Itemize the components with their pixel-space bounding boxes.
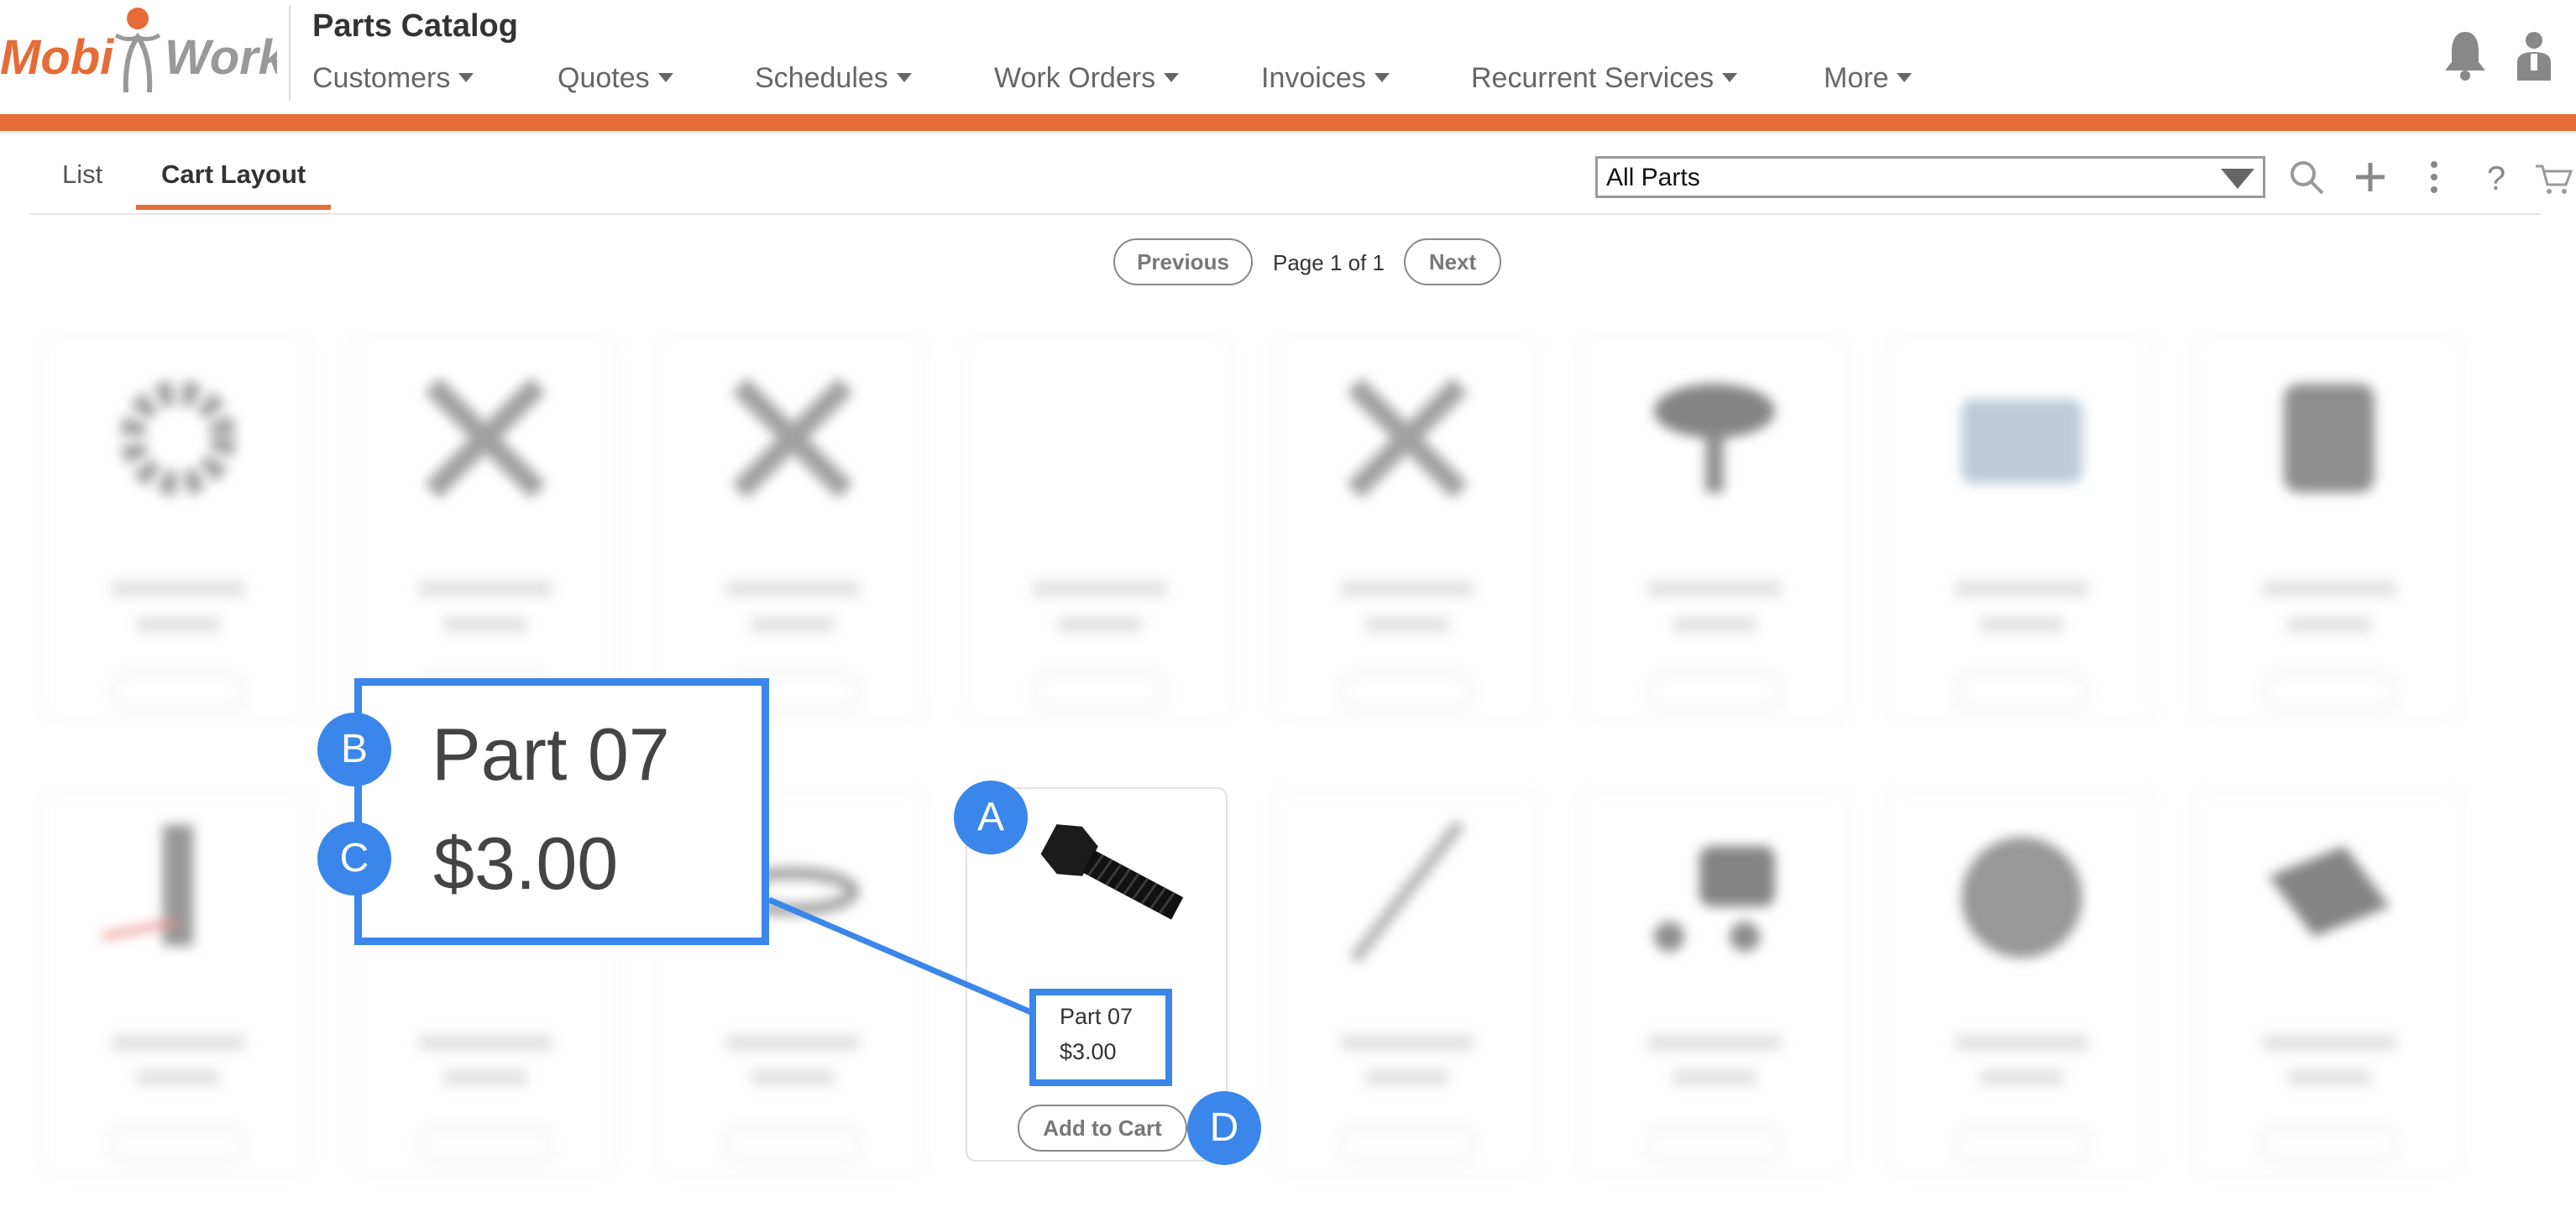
nav-customers[interactable]: Customers xyxy=(312,62,474,95)
caret-down-icon xyxy=(1374,73,1390,82)
svg-text:Work: Work xyxy=(165,30,277,85)
product-card[interactable] xyxy=(1579,336,1847,722)
previous-page-button[interactable]: Previous xyxy=(1113,238,1253,285)
svg-text:Mobi: Mobi xyxy=(0,30,115,85)
search-icon[interactable] xyxy=(2285,156,2327,198)
product-card[interactable] xyxy=(2193,336,2462,722)
page-indicator: Page 1 of 1 xyxy=(1273,250,1385,275)
caret-down-icon xyxy=(657,73,673,82)
caret-down-icon xyxy=(896,73,912,82)
product-card[interactable] xyxy=(1886,336,2155,722)
bell-icon[interactable] xyxy=(2442,29,2489,82)
zoomed-part-price: $3.00 xyxy=(433,822,619,905)
nav-work-orders[interactable]: Work Orders xyxy=(994,62,1180,95)
product-card[interactable] xyxy=(1271,789,1540,1175)
svg-text:?: ? xyxy=(2487,160,2505,197)
callout-highlight-box xyxy=(1029,989,1172,1086)
nav-label: Recurrent Services xyxy=(1471,62,1715,94)
product-card[interactable] xyxy=(42,789,311,1175)
help-icon[interactable]: ? xyxy=(2475,156,2517,198)
user-icon[interactable] xyxy=(2514,29,2554,82)
next-page-button[interactable]: Next xyxy=(1404,238,1501,285)
part-image xyxy=(1946,816,2097,967)
parts-filter-value: All Parts xyxy=(1606,164,1700,191)
tools-icon xyxy=(410,363,561,514)
caret-down-icon xyxy=(1897,73,1913,82)
product-card[interactable] xyxy=(1271,336,1540,722)
nav-more[interactable]: More xyxy=(1824,62,1913,95)
caret-down-icon xyxy=(1164,73,1180,82)
plus-icon[interactable] xyxy=(2349,156,2391,198)
caret-down-icon xyxy=(458,73,474,82)
add-to-cart-button[interactable]: Add to Cart xyxy=(1018,1105,1187,1152)
gear-icon xyxy=(102,363,254,514)
active-tab-indicator xyxy=(136,205,331,210)
part-image xyxy=(1639,816,1790,967)
nav-label: Schedules xyxy=(755,62,888,94)
bolt-image xyxy=(1016,816,1184,942)
nav-label: Quotes xyxy=(558,62,650,94)
nav-label: Customers xyxy=(312,62,451,94)
product-card[interactable] xyxy=(1579,789,1847,1175)
callout-badge-a: A xyxy=(954,781,1028,854)
part-image xyxy=(1332,816,1483,967)
header-shadow xyxy=(0,131,2576,136)
cart-icon[interactable] xyxy=(2534,156,2573,198)
header-accent-bar xyxy=(0,114,2576,131)
product-card[interactable] xyxy=(657,336,925,722)
part-image xyxy=(1639,363,1790,514)
callout-badge-c: C xyxy=(317,822,391,896)
tools-icon xyxy=(1332,363,1483,514)
product-card[interactable] xyxy=(1886,789,2155,1175)
logo-divider xyxy=(289,5,291,101)
nav-quotes[interactable]: Quotes xyxy=(558,62,673,95)
nav-label: Invoices xyxy=(1261,62,1366,94)
part-image xyxy=(1946,363,2097,514)
nav-schedules[interactable]: Schedules xyxy=(755,62,912,95)
product-card[interactable] xyxy=(349,336,618,722)
part-image xyxy=(102,816,254,967)
dropdown-arrow-icon xyxy=(2221,169,2254,189)
parts-filter-select[interactable]: All Parts xyxy=(1595,156,2265,198)
page: Mobi Work Parts Catalog Customers Quotes… xyxy=(0,0,2576,1212)
zoomed-part-name: Part 07 xyxy=(432,713,670,796)
callout-badge-d: D xyxy=(1187,1091,1261,1165)
tools-icon xyxy=(717,363,868,514)
product-card[interactable] xyxy=(42,336,311,722)
nav-invoices[interactable]: Invoices xyxy=(1261,62,1390,95)
tab-list[interactable]: List xyxy=(62,159,102,190)
app-header: Mobi Work Parts Catalog Customers Quotes… xyxy=(0,0,2576,114)
part-image xyxy=(2254,816,2405,967)
mobiwork-logo[interactable]: Mobi Work xyxy=(0,2,288,102)
more-vertical-icon[interactable] xyxy=(2413,156,2455,198)
callout-badge-b: B xyxy=(317,713,391,786)
caret-down-icon xyxy=(1722,73,1738,82)
part-image xyxy=(2254,363,2405,514)
page-title: Parts Catalog xyxy=(312,8,518,44)
product-card[interactable] xyxy=(964,336,1233,722)
nav-label: More xyxy=(1824,62,1889,94)
product-card[interactable] xyxy=(2193,789,2462,1175)
nav-recurrent-services[interactable]: Recurrent Services xyxy=(1471,62,1738,95)
tab-cart-layout[interactable]: Cart Layout xyxy=(161,159,306,190)
nav-label: Work Orders xyxy=(994,62,1156,94)
